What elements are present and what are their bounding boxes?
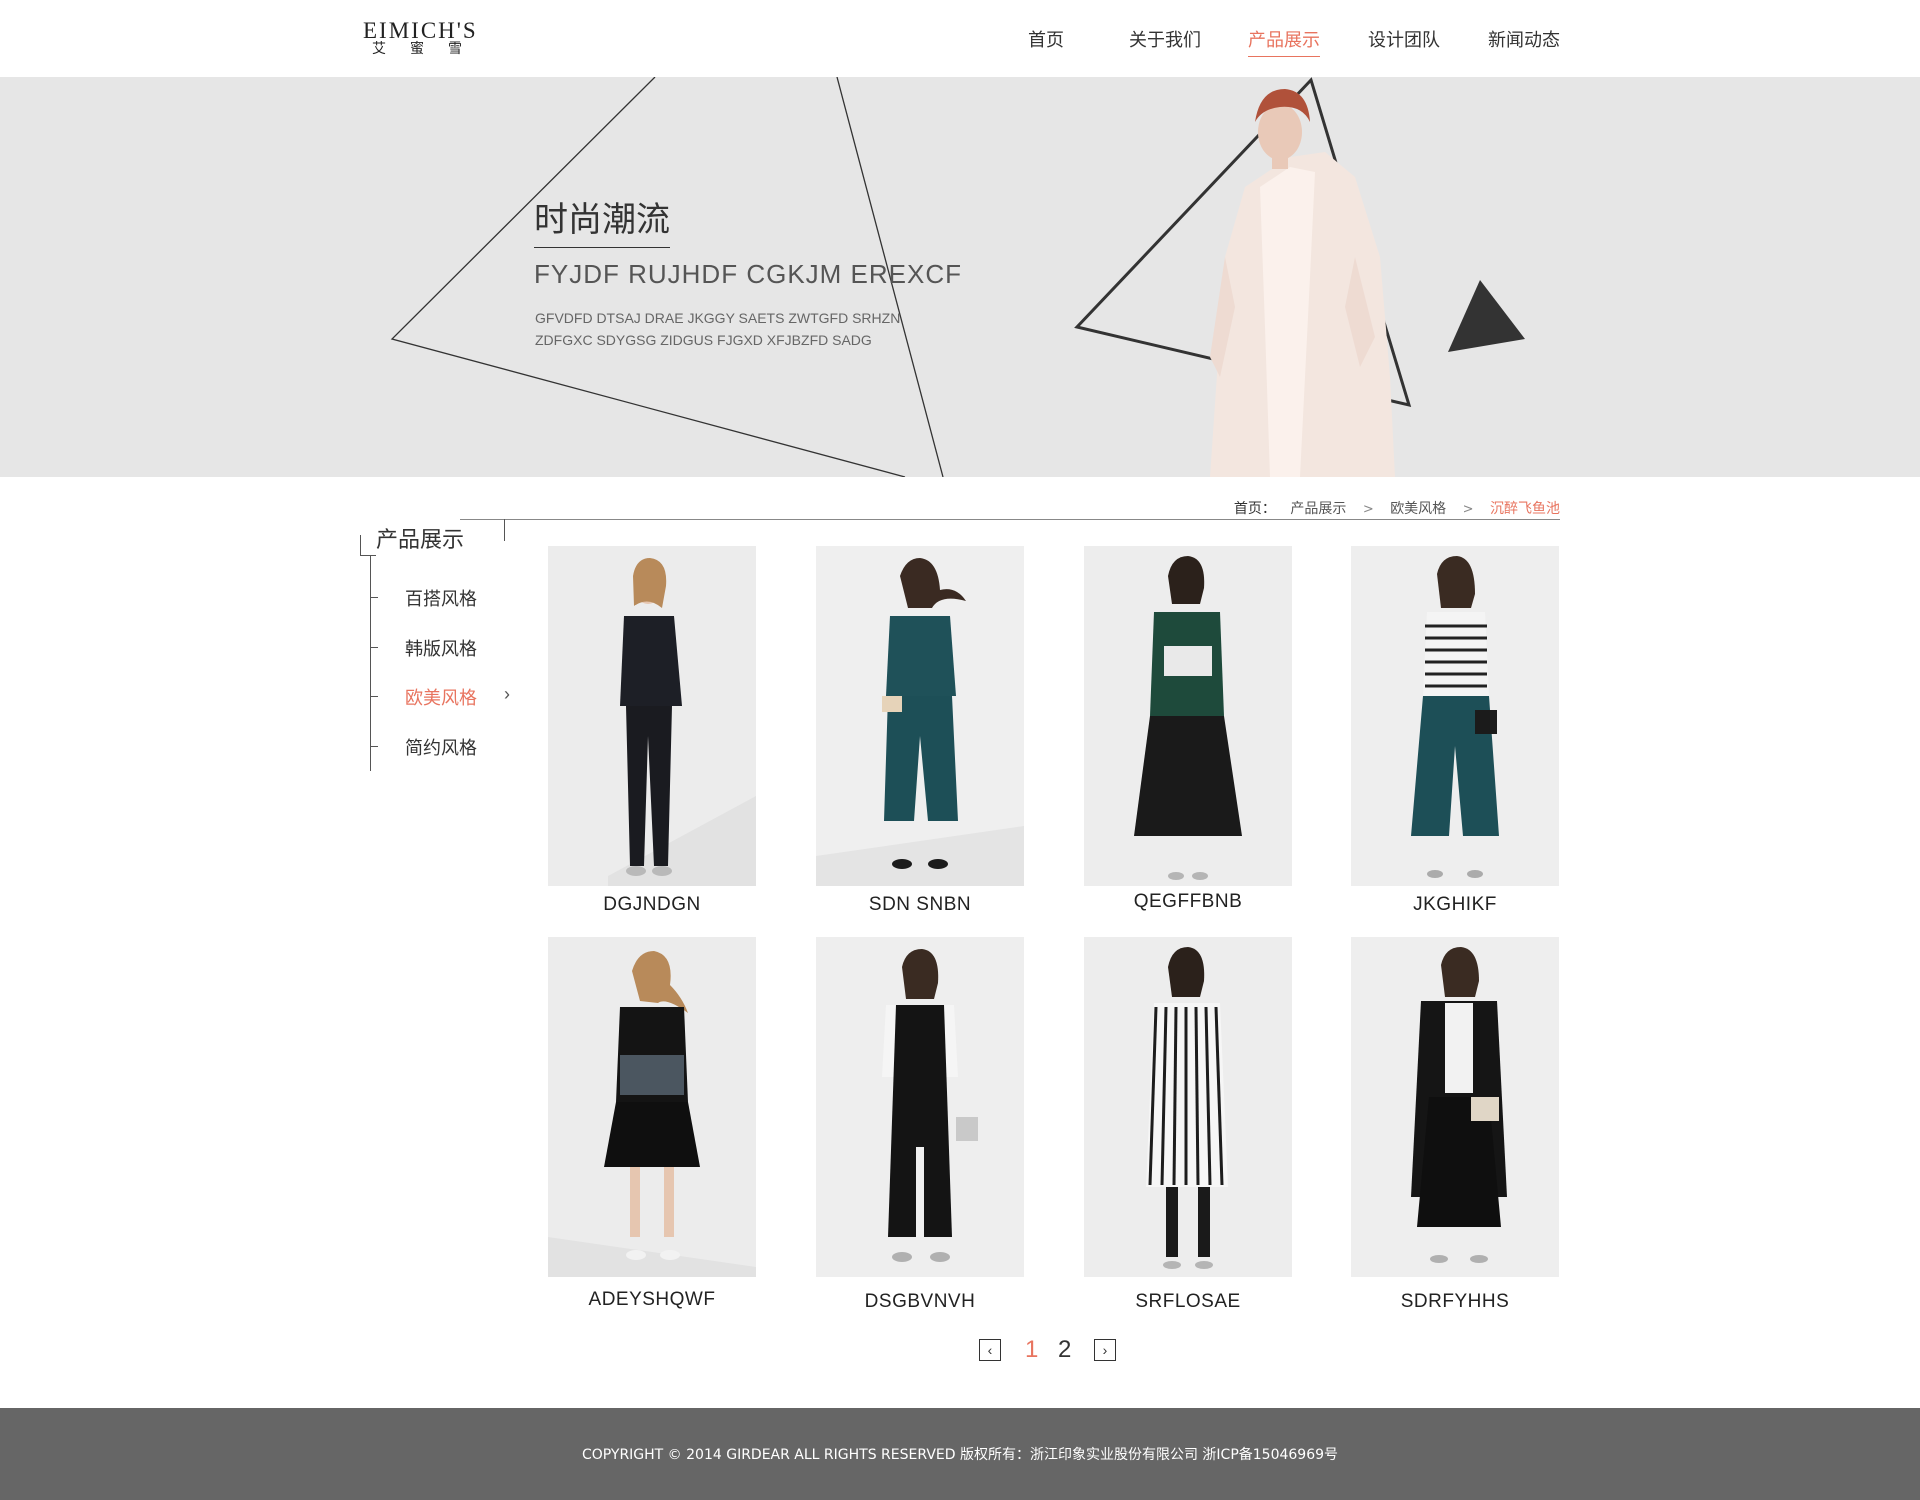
sidebar-tick <box>370 696 378 697</box>
nav-item-products[interactable]: 产品展示 <box>1248 26 1320 57</box>
breadcrumb-current: 沉醉飞鱼池 <box>1490 501 1560 517</box>
product-name: QEGFFBNB <box>1133 891 1243 912</box>
copyright-text: COPYRIGHT © 2014 GIRDEAR ALL RIGHTS RESE… <box>581 1447 1339 1463</box>
sidebar-item-casual[interactable]: 百搭风格 <box>370 582 520 612</box>
hero-banner: 时尚潮流 FYJDF RUJHDF CGKJM EREXCF GFVDFD DT… <box>0 77 1920 477</box>
sidebar-item-simple[interactable]: 简约风格 <box>370 731 520 761</box>
category-sidebar: 产品展示 百搭风格 韩版风格 欧美风格 › 简约风格 <box>360 519 520 779</box>
banner-subtitle: FYJDF RUJHDF CGKJM EREXCF <box>534 259 962 289</box>
site-header: EIMICH'S 艾蜜雪 首页 关于我们 产品展示 设计团队 新闻动态 <box>0 0 1920 77</box>
sidebar-divider <box>360 535 361 555</box>
page-link-1[interactable]: 1 <box>1025 1336 1038 1364</box>
chevron-right-icon: > <box>1462 502 1474 517</box>
chevron-right-icon: › <box>504 684 510 704</box>
nav-item-home[interactable]: 首页 <box>1028 26 1064 52</box>
breadcrumb: 首页： 产品展示 > 欧美风格 > 沉醉飞鱼池 <box>1234 498 1560 518</box>
brand-logo[interactable]: EIMICH'S 艾蜜雪 <box>363 18 495 62</box>
sidebar-divider <box>360 555 376 556</box>
banner-desc-line-2: ZDFGXC SDYGSG ZIDGUS FJGXD XFJBZFD SADG <box>535 332 872 348</box>
model-photo <box>1210 89 1395 477</box>
product-photo <box>548 937 756 1277</box>
sidebar-item-label: 韩版风格 <box>405 639 477 660</box>
product-photo <box>1084 546 1292 886</box>
product-photo <box>1084 937 1292 1277</box>
site-footer: COPYRIGHT © 2014 GIRDEAR ALL RIGHTS RESE… <box>0 1408 1920 1500</box>
product-photo <box>1351 937 1559 1277</box>
sidebar-tick <box>370 647 378 648</box>
product-name: SDN SNBN <box>868 894 972 915</box>
sidebar-tick <box>370 597 378 598</box>
logo-text-cn: 艾蜜雪 <box>372 41 486 57</box>
product-photo <box>1351 546 1559 886</box>
product-name: DGJNDGN <box>603 894 701 915</box>
breadcrumb-link-western[interactable]: 欧美风格 <box>1390 498 1446 518</box>
breadcrumb-link-products[interactable]: 产品展示 <box>1290 498 1346 518</box>
product-name: SRFLOSAE <box>1135 1291 1241 1312</box>
chevron-right-icon[interactable]: › <box>1094 1339 1116 1361</box>
sidebar-tick <box>370 746 378 747</box>
chevron-left-icon[interactable]: ‹ <box>979 1339 1001 1361</box>
product-name: SDRFYHHS <box>1400 1291 1510 1312</box>
page-link-2[interactable]: 2 <box>1058 1336 1071 1364</box>
product-photo <box>816 546 1024 886</box>
breadcrumb-divider <box>460 519 1560 520</box>
chevron-right-icon: > <box>1362 502 1374 517</box>
nav-item-design-team[interactable]: 设计团队 <box>1368 26 1440 52</box>
product-name: JKGHIKF <box>1413 894 1497 915</box>
nav-item-about[interactable]: 关于我们 <box>1129 26 1201 52</box>
sidebar-item-korean[interactable]: 韩版风格 <box>370 632 520 662</box>
sidebar-item-western[interactable]: 欧美风格 › <box>370 681 520 711</box>
sidebar-item-label: 欧美风格 <box>405 688 477 709</box>
product-photo <box>816 937 1024 1277</box>
sidebar-divider <box>504 519 505 541</box>
banner-title: 时尚潮流 <box>534 192 670 248</box>
product-name: DSGBVNVH <box>864 1291 976 1312</box>
product-name: ADEYSHQWF <box>588 1289 716 1310</box>
banner-desc-line-1: GFVDFD DTSAJ DRAE JKGGY SAETS ZWTGFD SRH… <box>535 310 901 326</box>
pagination: ‹ 1 2 › <box>979 1336 1119 1364</box>
sidebar-item-label: 百搭风格 <box>405 589 477 610</box>
banner-description: GFVDFD DTSAJ DRAE JKGGY SAETS ZWTGFD SRH… <box>535 307 915 351</box>
nav-item-news[interactable]: 新闻动态 <box>1488 26 1560 52</box>
sidebar-title: 产品展示 <box>376 528 465 553</box>
breadcrumb-label: 首页： <box>1233 501 1276 517</box>
product-photo <box>548 546 756 886</box>
sidebar-item-label: 简约风格 <box>405 738 477 759</box>
